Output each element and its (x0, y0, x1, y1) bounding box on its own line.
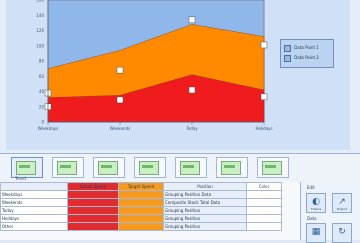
target-spend-cell[interactable] (118, 190, 164, 199)
theme-icon: ◐ (312, 197, 320, 207)
y-tick-label-3: 60 (39, 74, 45, 79)
edit-panel-title: Edit (307, 185, 315, 190)
actual-spend-cell[interactable] (67, 222, 119, 231)
chart-style-icon-4 (180, 161, 200, 175)
position-cell[interactable]: Grouping Position Data (163, 190, 247, 199)
legend-swatch-1 (284, 44, 291, 52)
target-spend-cell[interactable] (118, 214, 164, 223)
row-label[interactable]: Weekdays (0, 190, 68, 199)
legend-swatch-2 (284, 54, 291, 62)
chart-style-button-1[interactable] (52, 157, 84, 178)
x-tick-label-2: Today (185, 126, 198, 131)
data-marker-1 (116, 96, 124, 104)
trend-chart-button[interactable]: Trend (11, 157, 43, 181)
actual-spend-cell[interactable] (67, 214, 119, 223)
target-spend-cell[interactable] (118, 222, 164, 231)
refresh-icon: ↻ (338, 227, 346, 237)
column-header-position: Position (163, 182, 247, 191)
color-cell[interactable] (246, 198, 282, 207)
chart-style-button-5[interactable] (216, 157, 248, 178)
export-icon: ↗ (338, 197, 346, 207)
chart-style-icon-2 (98, 161, 118, 175)
column-header-color: Color (246, 182, 282, 191)
y-tick-label-7: 140 (36, 13, 44, 18)
legend-label-1: Data Point 1 (294, 45, 319, 50)
table-row[interactable]: Holidays Grouping Position (0, 214, 282, 223)
x-tick-label-0: Weekdays (38, 126, 58, 131)
y-tick-label-8: 160 (36, 0, 44, 3)
y-tick-label-2: 40 (39, 89, 45, 94)
table-row[interactable]: Today Grouping Position (0, 206, 282, 215)
x-tick-label-3: Holidays (255, 126, 272, 131)
chart-style-button-4[interactable] (175, 157, 207, 178)
chart-style-icon-5 (221, 161, 241, 175)
refresh-button[interactable]: ↻ (332, 223, 352, 243)
actual-spend-cell[interactable] (67, 206, 119, 215)
chart-toolbar: Trend (0, 153, 360, 183)
chart-panel: 0 20 40 60 80 100 120 140 160 Weekdays Weekends Tod… (6, 0, 350, 150)
legend-item-1: Data Point 1 (284, 43, 331, 53)
row-label[interactable]: Holidays (0, 214, 68, 223)
data-table: Actual Spend Target Spend Position Color… (0, 182, 282, 231)
position-cell[interactable]: Composite Stack Total Data (163, 198, 247, 207)
chart-style-icon-1 (57, 161, 77, 175)
column-header-actual-spend: Actual Spend (67, 182, 119, 191)
data-marker-3 (260, 93, 268, 101)
table-row[interactable]: Other Grouping Position (0, 222, 282, 231)
data-panel-title: Data (307, 216, 317, 221)
table-row[interactable]: Weekends Composite Stack Total Data (0, 198, 282, 207)
row-label[interactable]: Other (0, 222, 68, 231)
color-cell[interactable] (246, 214, 282, 223)
export-label: Export (337, 207, 347, 211)
data-marker-6 (188, 16, 196, 24)
row-label[interactable]: Weekends (0, 198, 68, 207)
position-cell[interactable]: Grouping Position (163, 206, 247, 215)
target-spend-cell[interactable] (118, 198, 164, 207)
grid-icon: ▦ (311, 227, 321, 237)
y-tick-label-1: 20 (39, 104, 45, 109)
trend-chart-label: Trend (15, 176, 26, 181)
position-cell[interactable]: Grouping Position (163, 222, 247, 231)
y-tick-label-0: 0 (41, 120, 44, 125)
table-row[interactable]: Weekdays Grouping Position Data (0, 190, 282, 199)
area-chart: 0 20 40 60 80 100 120 140 160 Weekdays Weekends Tod… (36, 0, 273, 131)
chart-style-button-3[interactable] (134, 157, 166, 178)
color-cell[interactable] (246, 222, 282, 231)
chart-style-button-6[interactable] (257, 157, 289, 178)
data-view-button[interactable]: ▦ (306, 223, 326, 243)
data-grid: Actual Spend Target Spend Position Color… (0, 182, 301, 240)
actual-spend-cell[interactable] (67, 190, 119, 199)
export-button[interactable]: ↗ Export (332, 193, 352, 213)
color-cell[interactable] (246, 190, 282, 199)
x-tick-label-1: Weekends (110, 126, 130, 131)
trend-chart-icon (16, 161, 36, 175)
theme-label: Theme (310, 207, 322, 211)
column-header-target-spend: Target Spend (118, 182, 164, 191)
legend-item-2: Data Point 2 (284, 53, 331, 63)
chart-style-button-2[interactable] (93, 157, 125, 178)
column-header-row-label (0, 182, 68, 191)
legend-label-2: Data Point 2 (294, 55, 319, 60)
position-cell[interactable]: Grouping Position (163, 214, 247, 223)
theme-button[interactable]: ◐ Theme (306, 193, 326, 213)
chart-style-icon-6 (262, 161, 282, 175)
table-header-row: Actual Spend Target Spend Position Color (0, 182, 282, 191)
y-tick-label-6: 120 (36, 28, 44, 33)
target-spend-cell[interactable] (118, 206, 164, 215)
data-marker-2 (188, 86, 196, 94)
chart-legend: Data Point 1 Data Point 2 (280, 39, 334, 68)
chart-editor-window: 0 20 40 60 80 100 120 140 160 Weekdays Weekends Tod… (0, 0, 360, 243)
chart-style-icon-3 (139, 161, 159, 175)
y-tick-label-4: 80 (39, 59, 45, 64)
edit-side-panel: Edit ◐ Theme ↗ Export Data ▦ ↻ (301, 182, 360, 243)
data-marker-7 (260, 41, 268, 49)
actual-spend-cell[interactable] (67, 198, 119, 207)
data-marker-5 (116, 66, 124, 74)
y-tick-label-5: 100 (36, 43, 44, 48)
color-cell[interactable] (246, 206, 282, 215)
row-label[interactable]: Today (0, 206, 68, 215)
